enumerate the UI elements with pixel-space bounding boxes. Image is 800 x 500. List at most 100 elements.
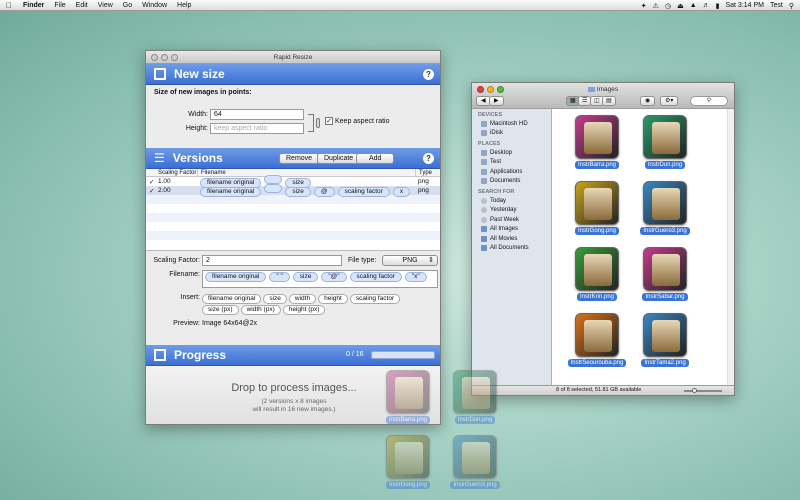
duplicate-button[interactable]: Duplicate: [317, 153, 361, 164]
battery-icon[interactable]: ▮: [716, 2, 720, 10]
height-field[interactable]: keep aspect ratio: [210, 123, 304, 134]
zoom-button[interactable]: [171, 54, 178, 61]
menu-edit[interactable]: Edit: [71, 2, 93, 9]
bluetooth-icon[interactable]: ✦: [641, 2, 647, 10]
menu-file[interactable]: File: [49, 2, 70, 9]
sidebar-item-past-week[interactable]: Past Week: [472, 215, 551, 225]
link-chain-icon: [316, 118, 320, 128]
close-button[interactable]: [151, 54, 158, 61]
keep-aspect-checkbox[interactable]: ✓ Keep aspect ratio: [325, 117, 389, 125]
file-name: InstrDun.png: [644, 161, 686, 169]
sidebar-item-label: All Movies: [490, 235, 518, 242]
file-name: InstrTama2.png: [641, 359, 689, 367]
progress-title: Progress: [174, 348, 227, 362]
file-type-label: File type:: [348, 257, 377, 264]
filename-token-field[interactable]: filename original " " size "@" scaling facto…: [202, 270, 438, 288]
sidebar-item-all-movies[interactable]: All Movies: [472, 234, 551, 244]
slider-knob[interactable]: [692, 388, 697, 393]
insert-token[interactable]: size: [263, 294, 287, 304]
wifi-icon[interactable]: ▲: [690, 2, 697, 9]
sidebar-item-idisk[interactable]: iDisk: [472, 129, 551, 139]
documents-icon: [481, 178, 487, 185]
sidebar-item-label: iDisk: [490, 130, 503, 137]
scrollbar[interactable]: [727, 109, 734, 385]
alert-icon[interactable]: ⚠: [653, 2, 659, 10]
menu-go[interactable]: Go: [118, 2, 137, 9]
insert-tokens: filename original size width height scaling …: [202, 293, 438, 315]
menu-extras: ✦ ⚠ ◷ ⏏ ▲ ♬ ▮ Sat 3:14 PM Test ⚲: [641, 0, 794, 11]
token: [264, 184, 283, 193]
version-detail-panel: Scaling Factor: 2 File type: PNG ⇕ Filen…: [146, 251, 440, 345]
sidebar-item-all-images[interactable]: All Images: [472, 225, 551, 235]
eject-icon[interactable]: ⏏: [677, 2, 684, 10]
insert-token[interactable]: size (px): [202, 305, 239, 315]
insert-token[interactable]: height: [318, 294, 348, 304]
action-gear-icon[interactable]: ⚙▾: [660, 96, 679, 106]
file-item[interactable]: InstrSabar.png: [630, 247, 700, 301]
width-field[interactable]: 64: [210, 109, 304, 120]
file-item[interactable]: InstrTama2.png: [630, 313, 700, 367]
menu-app-finder[interactable]: Finder: [18, 2, 49, 9]
menu-window[interactable]: Window: [137, 2, 172, 9]
empty-row: [146, 204, 440, 213]
file-item[interactable]: InstrKrin.png: [562, 247, 632, 301]
sidebar-item-yesterday[interactable]: Yesterday: [472, 206, 551, 216]
sidebar-item-label: All Images: [490, 226, 519, 233]
minimize-button[interactable]: [161, 54, 168, 61]
dragged-file: InstrGuero3.png: [445, 435, 505, 489]
zoom-button[interactable]: [497, 86, 504, 93]
file-type-select[interactable]: PNG ⇕: [382, 255, 438, 266]
apple-menu-icon[interactable]: : [0, 1, 18, 10]
insert-token[interactable]: filename original: [202, 294, 262, 304]
sidebar-item-documents[interactable]: Documents: [472, 177, 551, 187]
minimize-button[interactable]: [487, 86, 494, 93]
add-button[interactable]: Add: [356, 153, 395, 164]
insert-token[interactable]: height (px): [282, 305, 326, 315]
help-icon[interactable]: ?: [423, 153, 434, 164]
remove-button[interactable]: Remove: [279, 153, 320, 164]
close-button[interactable]: [477, 86, 484, 93]
scaling-factor-field[interactable]: 2: [202, 255, 342, 266]
file-item[interactable]: InstrDun.png: [630, 115, 700, 169]
width-label: Width:: [188, 111, 208, 118]
column-scaling-factor[interactable]: Scaling Factor: [146, 169, 198, 176]
smart-folder-icon: [481, 245, 487, 252]
token: filename original: [200, 187, 262, 197]
sidebar-item-today[interactable]: Today: [472, 196, 551, 206]
checkbox-icon[interactable]: ✓: [325, 117, 333, 125]
applications-icon: [481, 168, 487, 175]
forward-button[interactable]: ▶: [489, 96, 504, 106]
file-thumbnail-icon: [386, 435, 430, 479]
file-item[interactable]: InstrSeourouba.png: [562, 313, 632, 367]
coverflow-button[interactable]: ▤: [602, 96, 616, 106]
file-item[interactable]: InstrBarra.png: [562, 115, 632, 169]
spotlight-icon[interactable]: ⚲: [789, 2, 794, 10]
sidebar-item-test[interactable]: Test: [472, 158, 551, 168]
file-item[interactable]: InstrGuero3.png: [630, 181, 700, 235]
sidebar-item-all-documents[interactable]: All Documents: [472, 244, 551, 254]
file-item[interactable]: InstrGong.png: [562, 181, 632, 235]
icon-size-slider[interactable]: [684, 388, 722, 393]
row-checkbox-icon[interactable]: ✓: [146, 187, 156, 195]
finder-toolbar: ◀ ▶ ▦ ☰ ◫ ▤ ◉ ⚙▾ ⚲: [476, 96, 730, 107]
time-machine-icon[interactable]: ◷: [665, 2, 671, 10]
menu-clock[interactable]: Sat 3:14 PM: [725, 2, 764, 9]
column-type[interactable]: Type: [416, 169, 432, 176]
insert-token[interactable]: width (px): [240, 305, 281, 315]
sidebar-item-macintosh-hd[interactable]: Macintosh HD: [472, 119, 551, 129]
sidebar-item-desktop[interactable]: Desktop: [472, 148, 551, 158]
help-icon[interactable]: ?: [423, 69, 434, 80]
insert-token[interactable]: width: [288, 294, 317, 304]
search-field[interactable]: ⚲: [690, 96, 728, 106]
row-checkbox-icon[interactable]: ✓: [146, 178, 156, 186]
resize-icon: [154, 68, 166, 80]
menu-view[interactable]: View: [93, 2, 118, 9]
table-row[interactable]: ✓ 2.00 filename original size @ scaling fac…: [146, 184, 440, 197]
new-size-title: New size: [174, 67, 225, 81]
insert-token[interactable]: scaling factor: [349, 294, 401, 304]
sidebar-item-applications[interactable]: Applications: [472, 167, 551, 177]
quicklook-button[interactable]: ◉: [640, 96, 656, 106]
menu-help[interactable]: Help: [172, 2, 196, 9]
volume-icon[interactable]: ♬: [703, 2, 710, 9]
menu-user[interactable]: Test: [770, 2, 783, 9]
